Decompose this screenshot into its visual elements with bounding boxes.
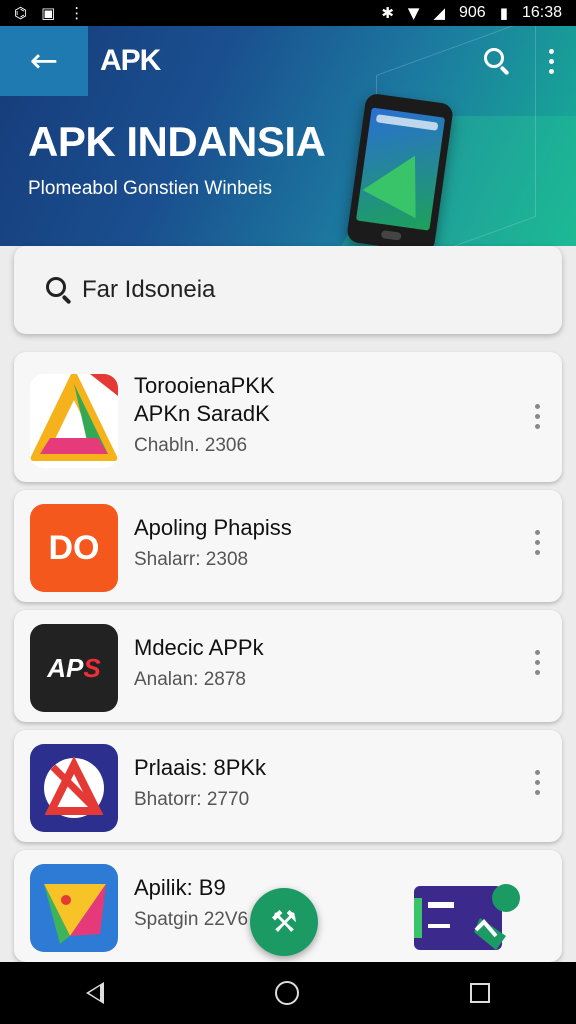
app-name: Prlaais: 8PKk xyxy=(134,755,267,780)
hero-title: APK INDANSIA xyxy=(28,118,326,165)
back-nav-icon[interactable] xyxy=(85,982,104,1004)
recents-nav-icon[interactable] xyxy=(470,983,491,1003)
app-meta: Analan: 2878 xyxy=(134,669,246,690)
list-item[interactable]: TorooienaPKK APKn SaradK Chabln. 2306 xyxy=(14,352,562,482)
icon-text: S xyxy=(83,652,101,683)
orange-logo-icon: DO xyxy=(30,504,118,592)
search-input[interactable]: Far Idsoneia xyxy=(82,276,215,304)
icon-text: AP xyxy=(47,652,84,683)
more-vert-icon[interactable] xyxy=(546,48,556,74)
search-icon[interactable] xyxy=(482,46,512,76)
list-item[interactable]: Prlaais: 8PKk Bhatorr: 2770 xyxy=(14,730,562,842)
more-vert-icon[interactable] xyxy=(532,530,542,555)
aps-logo-icon: AP S xyxy=(30,624,118,712)
app-name: Apilik: B9 xyxy=(134,875,226,900)
app-name: Apoling Phapiss xyxy=(134,515,292,540)
hero-banner: ← APK APK INDANSIA Plomeabol Gonstien Wi… xyxy=(0,26,576,246)
status-bar: ⌬ ▣ ⋮ ✱ ▼ ◢ 906 ▮ 16:38 xyxy=(0,0,576,26)
promo-banner-icon[interactable] xyxy=(410,878,526,954)
list-item[interactable]: DO Apoling Phapiss Shalarr: 2308 xyxy=(14,490,562,602)
battery-icon: ▮ xyxy=(499,4,508,22)
more-vert-icon[interactable] xyxy=(532,404,542,429)
system-nav-bar xyxy=(0,962,576,1024)
app-toolbar: ← APK xyxy=(0,26,576,96)
wifi-icon: ▼ xyxy=(407,4,420,22)
signal-icon: ◢ xyxy=(433,4,445,22)
camera-icon: ⌬ xyxy=(14,4,28,22)
search-icon xyxy=(44,275,74,305)
arrow-left-icon: ← xyxy=(29,41,59,81)
more-vert-icon[interactable] xyxy=(532,770,542,795)
image-icon: ▣ xyxy=(41,4,56,22)
app-meta: Spatgin 22V6 xyxy=(134,909,249,930)
hammer-fab-button[interactable]: ⚒ xyxy=(250,888,318,956)
hammer-icon: ⚒ xyxy=(270,904,298,940)
app-name: Mdecic APPk xyxy=(134,635,264,660)
app-meta: Bhatorr: 2770 xyxy=(134,789,250,810)
search-bar[interactable]: Far Idsoneia xyxy=(14,246,562,334)
network-label: 906 xyxy=(458,4,486,21)
back-button[interactable]: ← xyxy=(0,26,88,96)
app-title: APK xyxy=(100,44,161,77)
list-item[interactable]: AP S Mdecic APPk Analan: 2878 xyxy=(14,610,562,722)
app-name-line2: APKn SaradK xyxy=(134,401,270,426)
app-meta: Shalarr: 2308 xyxy=(134,549,249,570)
bluetooth-icon: ✱ xyxy=(381,4,394,22)
triangle-logo-icon xyxy=(30,374,118,468)
app-name: TorooienaPKK xyxy=(134,373,275,398)
play-logo-icon xyxy=(30,864,118,952)
home-nav-icon[interactable] xyxy=(274,981,299,1005)
a-logo-icon xyxy=(30,744,118,832)
clock: 16:38 xyxy=(521,4,562,21)
app-meta: Chabln. 2306 xyxy=(134,435,248,456)
hero-subtitle: Plomeabol Gonstien Winbeis xyxy=(28,178,272,199)
more-vert-icon[interactable] xyxy=(532,650,542,675)
overflow-icon: ⋮ xyxy=(69,4,85,22)
icon-text: DO xyxy=(48,528,100,567)
